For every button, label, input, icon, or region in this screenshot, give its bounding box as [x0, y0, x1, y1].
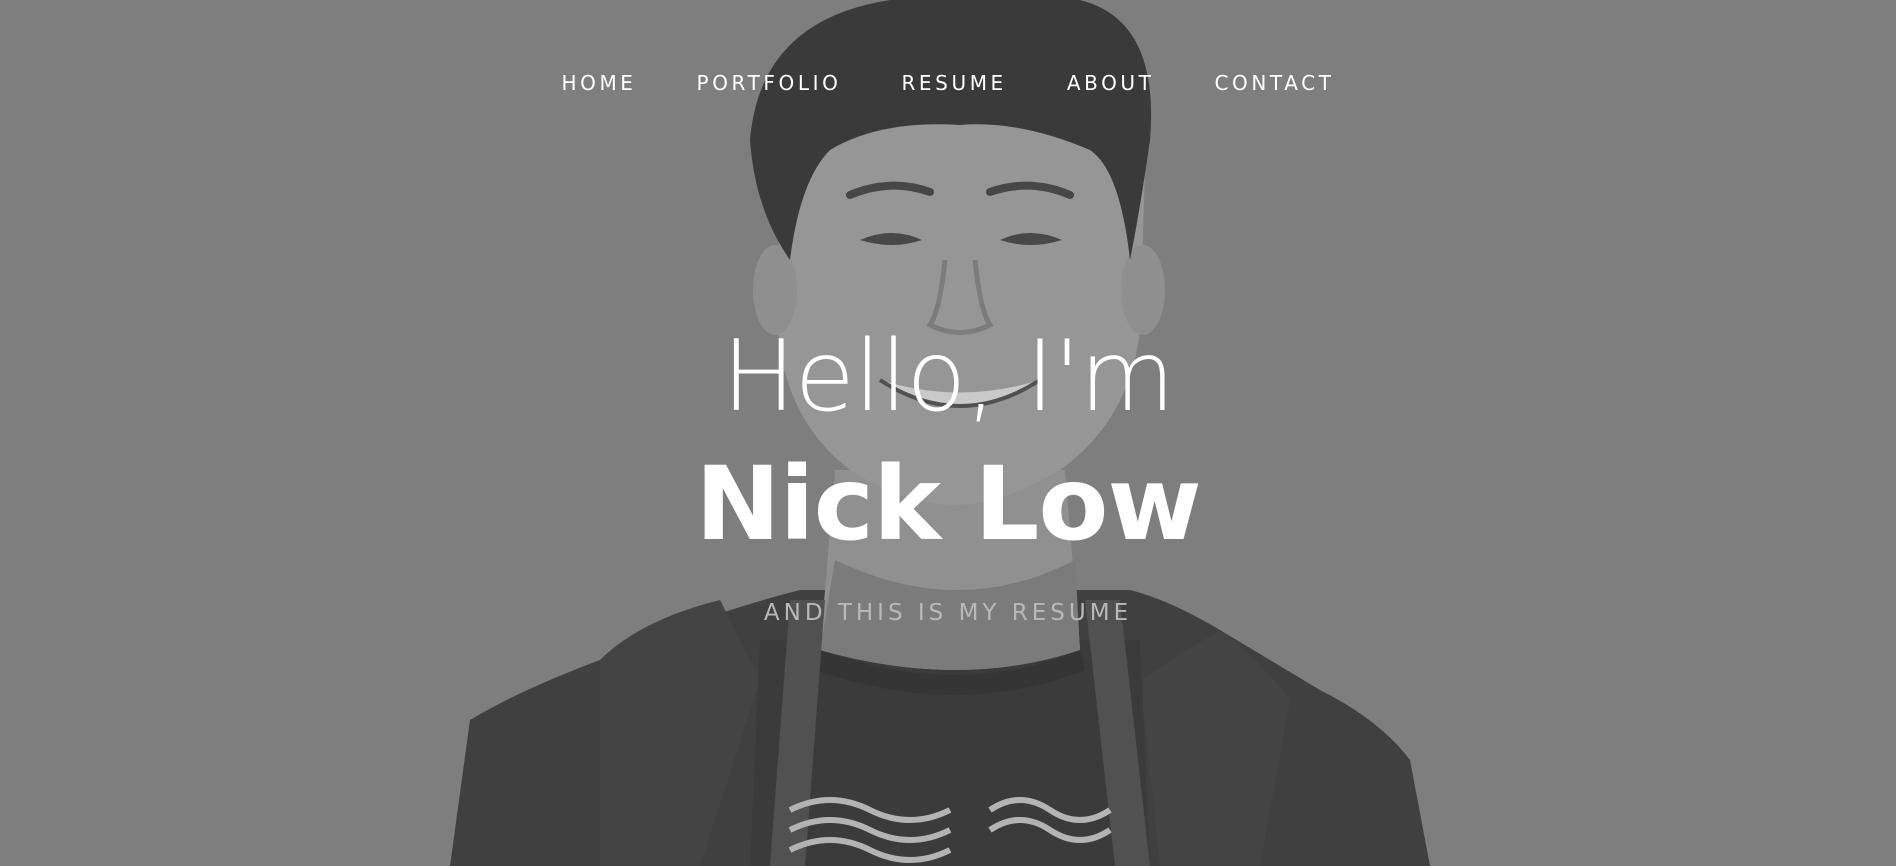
hero-tagline: AND THIS IS MY RESUME — [763, 600, 1133, 626]
nav-link-home[interactable]: HOME — [561, 68, 636, 98]
nav-link-contact[interactable]: CONTACT — [1214, 68, 1334, 98]
hero-greeting: Hello, I'm — [721, 320, 1175, 434]
nav-link-about[interactable]: ABOUT — [1067, 68, 1155, 98]
main-nav: HOME PORTFOLIO RESUME ABOUT CONTACT — [0, 68, 1896, 98]
nav-link-portfolio[interactable]: PORTFOLIO — [697, 68, 842, 98]
nav-link-resume[interactable]: RESUME — [901, 68, 1006, 98]
hero-name: Nick Low — [695, 445, 1201, 564]
hero-section: HOME PORTFOLIO RESUME ABOUT CONTACT Hell… — [0, 0, 1896, 866]
